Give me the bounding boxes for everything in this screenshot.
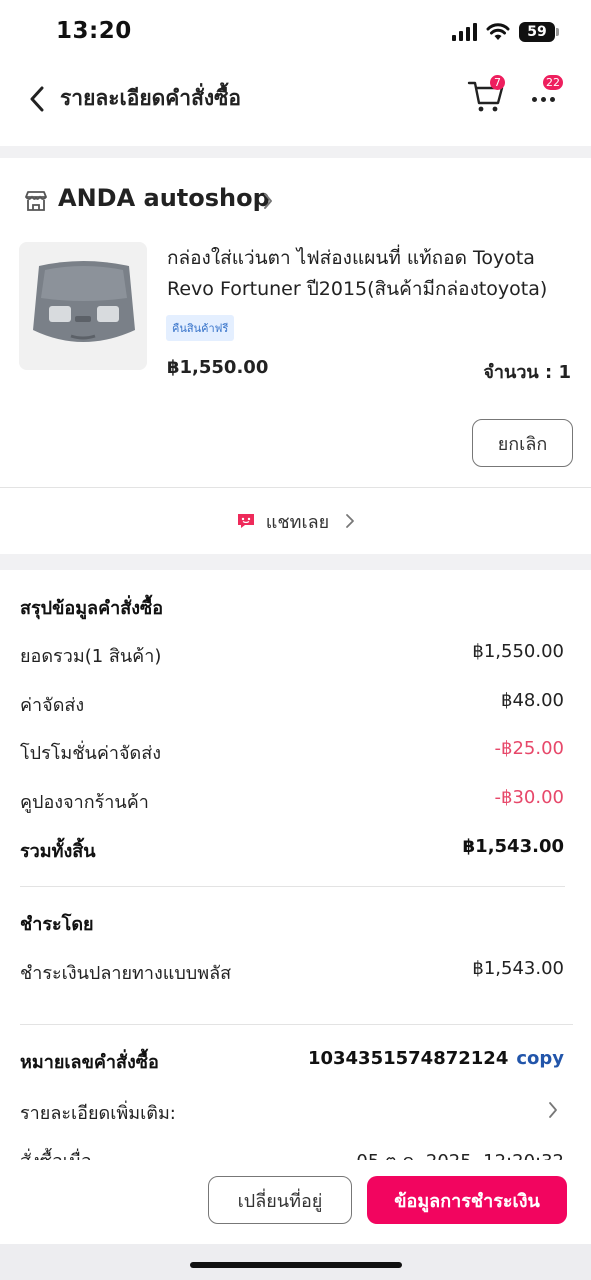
divider — [20, 1024, 573, 1025]
product-title[interactable]: กล่องใส่แว่นตา ไฟส่องแผนที่ แท้ถอด Toyot… — [167, 243, 567, 305]
chevron-left-icon — [30, 86, 44, 112]
cancel-order-button[interactable]: ยกเลิก — [472, 419, 573, 467]
shipping-promo-label: โปรโมชั่นค่าจัดส่ง — [20, 743, 161, 764]
copy-order-number-link[interactable]: copy — [516, 1048, 564, 1069]
subtotal-value: ฿1,550.00 — [472, 641, 564, 662]
home-indicator-area — [0, 1244, 591, 1280]
shipping-fee-value: ฿48.00 — [501, 690, 564, 711]
home-indicator[interactable] — [190, 1262, 402, 1268]
payment-amount: ฿1,543.00 — [472, 958, 564, 979]
status-icons: 59 — [452, 22, 559, 42]
cart-count-badge: 7 — [490, 75, 505, 90]
page-title: รายละเอียดคำสั่งซื้อ — [60, 86, 242, 110]
shop-header[interactable]: ANDA autoshop — [0, 178, 591, 224]
order-number-row: 1034351574872124 copy — [308, 1048, 564, 1069]
grand-total-label: รวมทั้งสิ้น — [20, 841, 96, 862]
product-image[interactable] — [19, 242, 147, 370]
payment-method-title: ชำระโดย — [20, 914, 94, 935]
back-button[interactable] — [20, 82, 54, 116]
grand-total-value: ฿1,543.00 — [462, 836, 564, 857]
bottom-action-bar: เปลี่ยนที่อยู่ ข้อมูลการชำระเงิน — [0, 1160, 591, 1244]
chat-icon — [237, 514, 254, 528]
battery-icon: 59 — [519, 22, 559, 42]
more-details-label[interactable]: รายละเอียดเพิ่มเติม: — [20, 1098, 176, 1127]
chevron-right-icon[interactable] — [548, 1101, 558, 1119]
divider — [20, 886, 565, 887]
store-icon — [25, 191, 47, 211]
chat-label: แชทเลย — [265, 511, 330, 533]
payment-info-button[interactable]: ข้อมูลการชำระเงิน — [367, 1176, 567, 1224]
product-quantity: จำนวน : 1 — [483, 362, 571, 383]
chat-now-button[interactable]: แชทเลย — [0, 488, 591, 554]
wifi-icon — [486, 23, 510, 40]
free-return-badge: คืนสินค้าฟรี — [166, 315, 235, 341]
shipping-promo-value: -฿25.00 — [494, 738, 564, 759]
subtotal-label: ยอดรวม(1 สินค้า) — [20, 646, 162, 667]
shop-name: ANDA autoshop — [58, 184, 270, 212]
payment-method-name: ชำระเงินปลายทางแบบพลัส — [20, 963, 232, 984]
section-separator — [0, 146, 591, 158]
shop-coupon-value: -฿30.00 — [494, 787, 564, 808]
notification-count-badge: 22 — [543, 75, 563, 90]
battery-level: 59 — [527, 24, 547, 40]
shipping-fee-label: ค่าจัดส่ง — [20, 695, 85, 716]
chevron-right-icon — [264, 193, 272, 209]
order-number: 1034351574872124 — [307, 1048, 509, 1069]
change-address-button[interactable]: เปลี่ยนที่อยู่ — [208, 1176, 352, 1224]
chevron-right-icon — [346, 514, 355, 528]
product-price: ฿1,550.00 — [167, 357, 269, 378]
order-number-label: หมายเลขคำสั่งซื้อ — [20, 1052, 159, 1073]
status-bar: 13:20 59 — [0, 0, 591, 62]
cellular-signal-icon — [452, 23, 477, 41]
header: รายละเอียดคำสั่งซื้อ 7 22 — [0, 62, 591, 146]
overhead-console-image — [19, 242, 147, 370]
shop-coupon-label: คูปองจากร้านค้า — [20, 792, 149, 813]
status-time: 13:20 — [56, 18, 132, 44]
section-separator — [0, 554, 591, 570]
order-summary-title: สรุปข้อมูลคำสั่งซื้อ — [20, 598, 164, 619]
